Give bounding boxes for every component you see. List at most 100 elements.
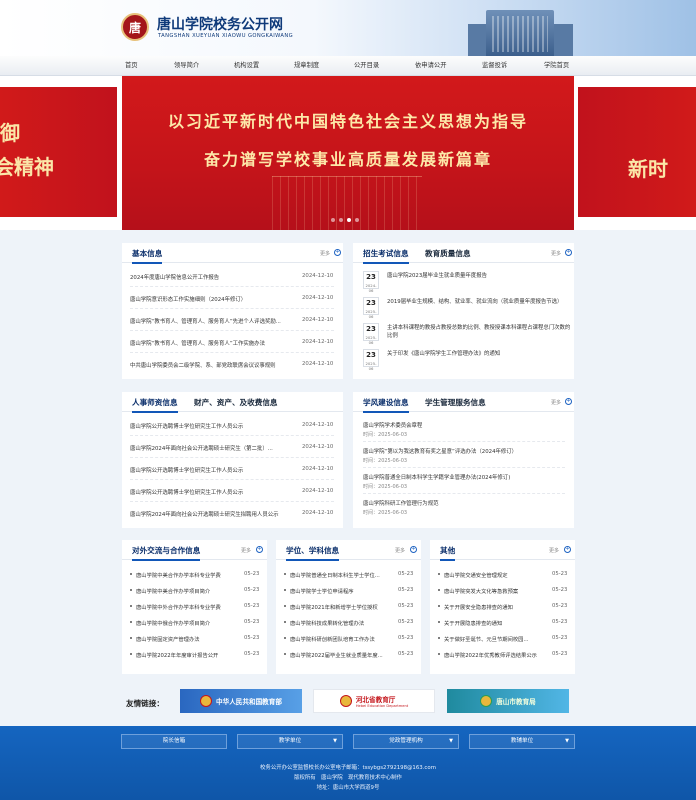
plus-circle-icon[interactable]: + <box>334 249 341 256</box>
list-item[interactable]: 唐山学院中美合作办学本科专业学费 05-23 <box>130 567 260 583</box>
dated-item[interactable]: 23 2025-06 2019届毕业生规模、结构、就业率、就业流向（就业质量年度报告… <box>363 297 573 319</box>
carousel-dot-1[interactable] <box>331 218 335 222</box>
list-item-title[interactable]: 唐山学院公开选聘博士学位研究生工作人员公示 <box>130 466 290 474</box>
tab-assets-info[interactable]: 财产、资产、及收费信息 <box>194 397 278 408</box>
external-info-more-link[interactable]: 更多 <box>241 547 251 554</box>
list-item-title[interactable]: 唐山学院2024年面向社会公开选聘硕士研究生（第二批）... <box>130 444 290 452</box>
list-item-title[interactable]: 唐山学院中外合作办学本科专业学费 <box>136 603 236 611</box>
plus-circle-icon[interactable]: + <box>564 546 571 553</box>
list-item-title[interactable]: 唐山学院科技成果转化管理办法 <box>290 619 390 627</box>
list-item-title[interactable]: 唐山学院中俄合作办学项目简介 <box>136 619 236 627</box>
external-info-title[interactable]: 对外交流与合作信息 <box>132 545 201 561</box>
dated-item-title[interactable]: 2019届毕业生规模、结构、就业率、就业流向（就业质量年度报告节选） <box>387 299 573 307</box>
list-item-title[interactable]: 关于开展隐患排查的通知 <box>444 619 544 627</box>
list-item[interactable]: 唐山学院中美合作办学项目简介 05-23 <box>130 583 260 599</box>
list-item[interactable]: 唐山学院科技成果转化管理办法 05-23 <box>284 615 414 631</box>
support-units-select[interactable]: 教辅单位 ▼ <box>469 734 575 749</box>
list-item-title[interactable]: 唐山学院突发大文化等急救预案 <box>444 587 544 595</box>
list-item[interactable]: 唐山学院公开选聘博士学位研究生工作人员公示 2024-12-10 <box>130 482 334 502</box>
list-item[interactable]: 唐山学院2024年面向社会公开选聘硕士研究生（第二批）... 2024-12-10 <box>130 438 334 458</box>
nav-leaders[interactable]: 领导简介 <box>174 56 199 76</box>
list-item-title[interactable]: 唐山学院2021年和新增学士学位授权 <box>290 603 390 611</box>
carousel-dot-3[interactable] <box>347 218 351 222</box>
list-item[interactable]: 唐山学院2022年年度审计报告公开 05-23 <box>130 647 260 663</box>
list-item[interactable]: 关于开展隐患排查的通知 05-23 <box>438 615 568 631</box>
nav-home[interactable]: 首页 <box>125 56 138 76</box>
list-item-title[interactable]: 唐山学院“教书育人、管理育人、服务育人”先进个人评选奖励... <box>130 317 290 325</box>
list-item[interactable]: 唐山学院2022届毕业生就业质量年度... 05-23 <box>284 647 414 663</box>
list-item[interactable]: 唐山学院2024年面向社会公开选聘硕士研究生拟聘用人员公示 2024-12-10 <box>130 504 334 524</box>
list-item[interactable]: 唐山学院突发大文化等急救预案 05-23 <box>438 583 568 599</box>
list-item-title[interactable]: 中共唐山学院委员会二级学院、系、部党政联席会议议事规则 <box>130 361 290 369</box>
list-item[interactable]: 唐山学院2022年优秀教师评选结果公示 05-23 <box>438 647 568 663</box>
plus-circle-icon[interactable]: + <box>410 546 417 553</box>
discipline-info-title[interactable]: 学位、学科信息 <box>286 545 340 561</box>
discipline-info-more-link[interactable]: 更多 <box>395 547 405 554</box>
list-item[interactable]: 唐山学院公开选聘博士学位研究生工作人员公示 2024-12-10 <box>130 460 334 480</box>
basic-info-more-link[interactable]: 更多 <box>320 250 330 257</box>
dated-item[interactable]: 23 2025-06 关于印发《唐山学院学生工作管理办法》的通知 <box>363 349 573 371</box>
list-item[interactable]: 关于做好圣诞节、元旦节期间校园... 05-23 <box>438 631 568 647</box>
nav-college-home[interactable]: 学院首页 <box>544 56 569 76</box>
list-item[interactable]: 唐山学院“教书育人、管理育人、服务育人”先进个人评选奖励... 2024-12-1… <box>130 311 334 331</box>
list-item-title[interactable]: 关于做好圣诞节、元旦节期间校园... <box>444 635 544 643</box>
link-ministry-of-education[interactable]: 中华人民共和国教育部 <box>180 689 302 713</box>
list-item-title[interactable]: 唐山学院交通安全管理规定 <box>444 571 544 579</box>
dated-item[interactable]: 23 2025-06 主讲本科课程的教授占教授总数的比例、教授授课本科课程占课程总门… <box>363 323 573 345</box>
list-item[interactable]: 唐山学院意识形态工作实施细则（2024年修订） 2024-12-10 <box>130 289 334 309</box>
timed-item[interactable]: 唐山学院科研工作管理行为规范 时间：2025-06-03 <box>363 496 565 520</box>
dated-item-title[interactable]: 关于印发《唐山学院学生工作管理办法》的通知 <box>387 351 573 359</box>
school-logo-icon[interactable]: 唐 <box>121 13 149 41</box>
list-item-title[interactable]: 2024年度唐山学院信息公开工作报告 <box>130 273 290 281</box>
banner-current-slide[interactable]: 以习近平新时代中国特色社会主义思想为指导 奋力谱写学校事业高质量发展新篇章 <box>122 76 574 230</box>
link-tangshan-education[interactable]: 唐山市教育局 <box>447 689 569 713</box>
list-item-title[interactable]: 唐山学院普通全日制本科生学士学位... <box>290 571 390 579</box>
list-item[interactable]: 中共唐山学院委员会二级学院、系、部党政联席会议议事规则 2024-12-10 <box>130 355 334 375</box>
other-info-title[interactable]: 其他 <box>440 545 456 561</box>
nav-application[interactable]: 依申请公开 <box>415 56 446 76</box>
timed-item[interactable]: 唐山学院普通全日制本科学生学籍学业管理办法(2024年修订) 时间：2025-06… <box>363 470 565 494</box>
timed-item-title[interactable]: 唐山学院普通全日制本科学生学籍学业管理办法(2024年修订) <box>363 473 510 481</box>
basic-info-title[interactable]: 基本信息 <box>132 248 163 264</box>
list-item-title[interactable]: 唐山学院固定资产管理办法 <box>136 635 236 643</box>
plus-circle-icon[interactable]: + <box>256 546 263 553</box>
carousel-dot-2[interactable] <box>339 218 343 222</box>
timed-item[interactable]: 唐山学院学术委员会章程 时间：2025-06-03 <box>363 418 565 442</box>
dated-item-title[interactable]: 唐山学院2023届毕业生就业质量年度报告 <box>387 273 573 281</box>
banner-prev-slide[interactable]: 御 会精神 <box>0 87 117 217</box>
list-item-title[interactable]: 唐山学院学士学位申请程序 <box>290 587 390 595</box>
list-item-title[interactable]: 唐山学院中美合作办学项目简介 <box>136 587 236 595</box>
nav-regulations[interactable]: 规章制度 <box>294 56 319 76</box>
list-item-title[interactable]: 唐山学院科研创新团队培育工作办法 <box>290 635 390 643</box>
list-item[interactable]: 关于开展安全隐患排查的通知 05-23 <box>438 599 568 615</box>
list-item-title[interactable]: 唐山学院“教书育人、管理育人、服务育人”工作实施办法 <box>130 339 290 347</box>
admin-units-select[interactable]: 党政管理机构 ▼ <box>353 734 459 749</box>
site-title[interactable]: 唐山学院校务公开网 <box>157 14 283 34</box>
list-item[interactable]: 唐山学院普通全日制本科生学士学位... 05-23 <box>284 567 414 583</box>
list-item-title[interactable]: 唐山学院公开选聘博士学位研究生工作人员公示 <box>130 422 290 430</box>
nav-organization[interactable]: 机构设置 <box>234 56 259 76</box>
list-item-title[interactable]: 唐山学院意识形态工作实施细则（2024年修订） <box>130 295 290 303</box>
timed-item-title[interactable]: 唐山学院学术委员会章程 <box>363 421 422 429</box>
other-info-more-link[interactable]: 更多 <box>549 547 559 554</box>
list-item-title[interactable]: 唐山学院2022年年度审计报告公开 <box>136 651 236 659</box>
list-item[interactable]: 唐山学院中俄合作办学项目简介 05-23 <box>130 615 260 631</box>
tab-student-service-info[interactable]: 学生管理服务信息 <box>425 397 486 408</box>
carousel-dot-4[interactable] <box>355 218 359 222</box>
tab-conduct-info[interactable]: 学风建设信息 <box>363 397 409 413</box>
list-item[interactable]: 唐山学院学士学位申请程序 05-23 <box>284 583 414 599</box>
list-item[interactable]: 唐山学院固定资产管理办法 05-23 <box>130 631 260 647</box>
tab-enroll-info[interactable]: 招生考试信息 <box>363 248 409 264</box>
plus-circle-icon[interactable]: + <box>565 398 572 405</box>
banner-next-slide[interactable]: 新时 <box>578 87 696 217</box>
list-item[interactable]: 唐山学院公开选聘博士学位研究生工作人员公示 2024-12-10 <box>130 416 334 436</box>
list-item-title[interactable]: 唐山学院中美合作办学本科专业学费 <box>136 571 236 579</box>
link-hebei-education[interactable]: 河北省教育厅 Hebei Education Department <box>313 689 435 713</box>
timed-item-title[interactable]: 唐山学院“第以为我这教育有奖之星意”评选办法（2024年修订） <box>363 447 517 455</box>
list-item[interactable]: 唐山学院中外合作办学本科专业学费 05-23 <box>130 599 260 615</box>
list-item[interactable]: 唐山学院2021年和新增学士学位授权 05-23 <box>284 599 414 615</box>
nav-catalog[interactable]: 公开目录 <box>354 56 379 76</box>
tab-quality-info[interactable]: 教育质量信息 <box>425 248 471 259</box>
president-mailbox-select[interactable]: 院长信箱 <box>121 734 227 749</box>
dated-item[interactable]: 23 2024-06 唐山学院2023届毕业生就业质量年度报告 <box>363 271 573 293</box>
